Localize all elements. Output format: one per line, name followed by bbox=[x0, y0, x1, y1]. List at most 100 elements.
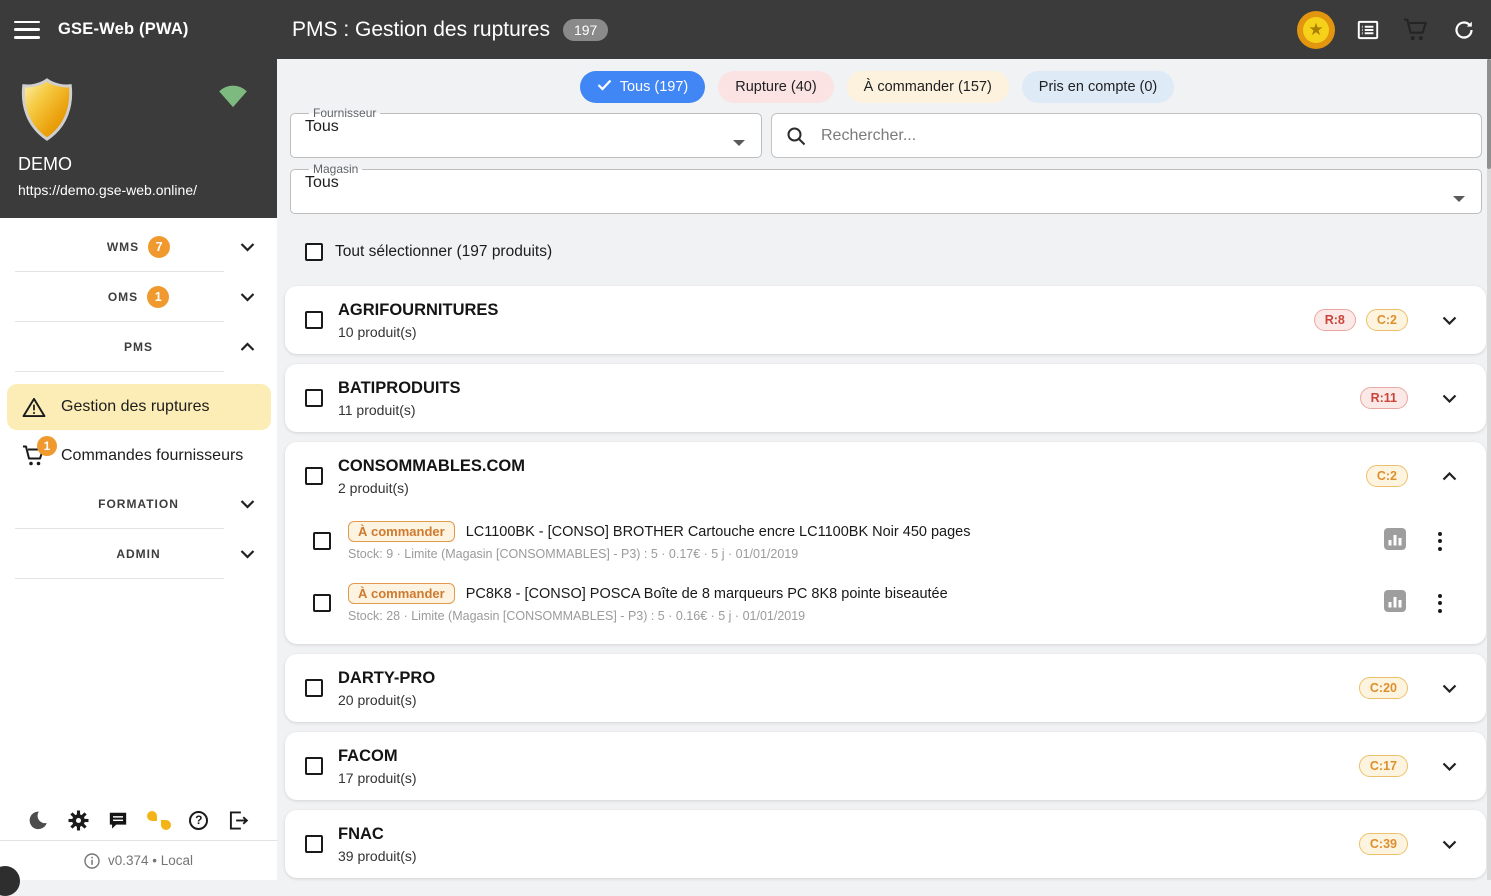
supplier-card-header[interactable]: FNAC 39 produit(s) C:39 bbox=[285, 810, 1486, 878]
stats-chart-icon[interactable] bbox=[1384, 527, 1406, 555]
filter-chip-tous-197[interactable]: Tous (197) bbox=[579, 71, 706, 103]
supplier-card-header[interactable]: CONSOMMABLES.COM 2 produit(s) C:2 bbox=[285, 442, 1486, 510]
product-text: À commander PC8K8 - [CONSO] POSCA Boîte d… bbox=[348, 583, 948, 623]
logout-icon[interactable] bbox=[225, 806, 253, 834]
chevron-down-icon[interactable] bbox=[1432, 381, 1466, 415]
supplier-checkbox[interactable] bbox=[305, 389, 323, 407]
star-badge-button[interactable]: ★ bbox=[1297, 10, 1335, 49]
supplier-checkbox[interactable] bbox=[305, 835, 323, 853]
magasin-value: Tous bbox=[305, 174, 339, 191]
supplier-name: BATIPRODUITS bbox=[338, 378, 461, 397]
menu-icon[interactable] bbox=[14, 20, 40, 39]
product-details: Stock: 28 · Limite (Magasin [CONSOMMABLE… bbox=[348, 609, 806, 623]
notification-badge: 1 bbox=[37, 436, 57, 456]
fournisseur-select[interactable]: Fournisseur Tous bbox=[290, 106, 762, 158]
product-checkbox[interactable] bbox=[313, 594, 331, 612]
supplier-text: FNAC 39 produit(s) bbox=[338, 825, 417, 864]
sidebar-item-commandes-fournisseurs[interactable]: 1 Commandes fournisseurs bbox=[7, 433, 271, 479]
sidebar-group-formation[interactable]: FORMATION bbox=[0, 479, 277, 528]
supplier-card-fnac: FNAC 39 produit(s) C:39 bbox=[285, 810, 1486, 878]
product-row: À commander LC1100BK - [CONSO] BROTHER Ca… bbox=[285, 510, 1486, 572]
chevron-down-icon[interactable] bbox=[1432, 303, 1466, 337]
product-row: À commander PC8K8 - [CONSO] POSCA Boîte d… bbox=[285, 572, 1486, 634]
supplier-product-count: 17 produit(s) bbox=[338, 769, 417, 786]
sidebar-group-pms[interactable]: PMS bbox=[0, 322, 277, 371]
scrollbar-track[interactable] bbox=[1487, 59, 1491, 880]
supplier-card-facom: FACOM 17 produit(s) C:17 bbox=[285, 732, 1486, 800]
rupture-count-badge: R:8 bbox=[1313, 309, 1356, 331]
divider bbox=[15, 578, 224, 579]
chevron-up-icon[interactable] bbox=[1432, 459, 1466, 493]
supplier-checkbox[interactable] bbox=[305, 679, 323, 697]
commander-count-badge: C:2 bbox=[1365, 465, 1408, 487]
chevron-down-icon[interactable] bbox=[240, 549, 255, 558]
supplier-text: CONSOMMABLES.COM 2 produit(s) bbox=[338, 457, 525, 496]
select-all-checkbox[interactable] bbox=[305, 243, 323, 261]
list-view-icon[interactable] bbox=[1353, 15, 1383, 45]
sidebar-profile: DEMO https://demo.gse-web.online/ bbox=[0, 59, 277, 218]
sync-quotes-icon[interactable] bbox=[145, 806, 173, 834]
a-commander-chip: À commander bbox=[348, 521, 455, 542]
filter-chip-pris-en-compte-0[interactable]: Pris en compte (0) bbox=[1021, 71, 1175, 103]
sidebar-toolbar: ? bbox=[0, 802, 277, 838]
supplier-checkbox[interactable] bbox=[305, 311, 323, 329]
filter-chip-label: Pris en compte (0) bbox=[1038, 79, 1158, 95]
chat-icon[interactable] bbox=[104, 806, 132, 834]
filter-chip-commander-157[interactable]: À commander (157) bbox=[846, 71, 1009, 103]
rupture-count-badge: R:11 bbox=[1359, 387, 1408, 409]
supplier-card-header[interactable]: FACOM 17 produit(s) C:17 bbox=[285, 732, 1486, 800]
supplier-card-batiproduits: BATIPRODUITS 11 produit(s) R:11 bbox=[285, 364, 1486, 432]
chevron-down-icon[interactable] bbox=[1432, 827, 1466, 861]
stats-chart-icon[interactable] bbox=[1384, 589, 1406, 617]
sidebar-group-oms[interactable]: OMS 1 bbox=[0, 272, 277, 321]
sidebar-nav: WMS 7 OMS 1 PMS Gestion des ruptures 1 Commande… bbox=[0, 218, 277, 579]
commander-count-badge: C:20 bbox=[1358, 677, 1408, 699]
dark-mode-icon[interactable] bbox=[24, 806, 52, 834]
refresh-icon[interactable] bbox=[1449, 15, 1479, 45]
chevron-up-icon[interactable] bbox=[240, 342, 255, 351]
chevron-down-icon[interactable] bbox=[240, 242, 255, 251]
main-content: Tous (197) Rupture (40) À commander (157) P… bbox=[277, 59, 1491, 880]
profile-url: https://demo.gse-web.online/ bbox=[18, 182, 197, 198]
help-icon[interactable]: ? bbox=[185, 806, 213, 834]
supplier-card-consommables-com: CONSOMMABLES.COM 2 produit(s) C:2 À command… bbox=[285, 442, 1486, 644]
chevron-down-icon[interactable] bbox=[1453, 196, 1465, 203]
more-options-icon[interactable] bbox=[1434, 590, 1446, 617]
chevron-down-icon[interactable] bbox=[240, 499, 255, 508]
supplier-text: BATIPRODUITS 11 produit(s) bbox=[338, 379, 461, 418]
product-title: PC8K8 - [CONSO] POSCA Boîte de 8 marqueu… bbox=[465, 585, 948, 602]
search-input[interactable] bbox=[819, 125, 1467, 146]
chevron-down-icon[interactable] bbox=[1432, 749, 1466, 783]
settings-gear-icon[interactable] bbox=[64, 806, 92, 834]
sidebar-item-label: Gestion des ruptures bbox=[61, 398, 210, 415]
cart-icon[interactable] bbox=[1401, 15, 1431, 45]
more-options-icon[interactable] bbox=[1434, 528, 1446, 555]
online-status-icon bbox=[217, 84, 249, 113]
supplier-text: DARTY-PRO 20 produit(s) bbox=[338, 669, 435, 708]
sidebar-group-wms[interactable]: WMS 7 bbox=[0, 222, 277, 271]
sidebar-item-gestion-des-ruptures[interactable]: Gestion des ruptures bbox=[7, 384, 271, 430]
star-icon: ★ bbox=[1303, 16, 1329, 43]
scrollbar-thumb[interactable] bbox=[1487, 59, 1491, 169]
info-icon bbox=[84, 852, 100, 869]
filter-chip-rupture-40[interactable]: Rupture (40) bbox=[718, 71, 834, 103]
app-title: GSE-Web (PWA) bbox=[58, 20, 189, 38]
product-details: Stock: 9 · Limite (Magasin [CONSOMMABLES… bbox=[348, 547, 799, 561]
supplier-checkbox[interactable] bbox=[305, 757, 323, 775]
sidebar-group-admin[interactable]: ADMIN bbox=[0, 529, 277, 578]
supplier-checkbox[interactable] bbox=[305, 467, 323, 485]
supplier-card-header[interactable]: AGRIFOURNITURES 10 produit(s) R:8 C:2 bbox=[285, 286, 1486, 354]
notification-badge: 7 bbox=[148, 235, 171, 258]
search-bar[interactable] bbox=[771, 113, 1482, 158]
chevron-down-icon[interactable] bbox=[1432, 671, 1466, 705]
supplier-name: AGRIFOURNITURES bbox=[338, 300, 499, 319]
notification-badge: 1 bbox=[147, 285, 170, 308]
chevron-down-icon[interactable] bbox=[733, 140, 745, 147]
supplier-card-header[interactable]: DARTY-PRO 20 produit(s) C:20 bbox=[285, 654, 1486, 722]
chevron-down-icon[interactable] bbox=[240, 292, 255, 301]
magasin-select[interactable]: Magasin Tous bbox=[290, 162, 1482, 214]
commander-count-badge: C:39 bbox=[1358, 833, 1408, 855]
product-checkbox[interactable] bbox=[313, 532, 331, 550]
a-commander-chip: À commander bbox=[348, 583, 455, 604]
supplier-card-header[interactable]: BATIPRODUITS 11 produit(s) R:11 bbox=[285, 364, 1486, 432]
